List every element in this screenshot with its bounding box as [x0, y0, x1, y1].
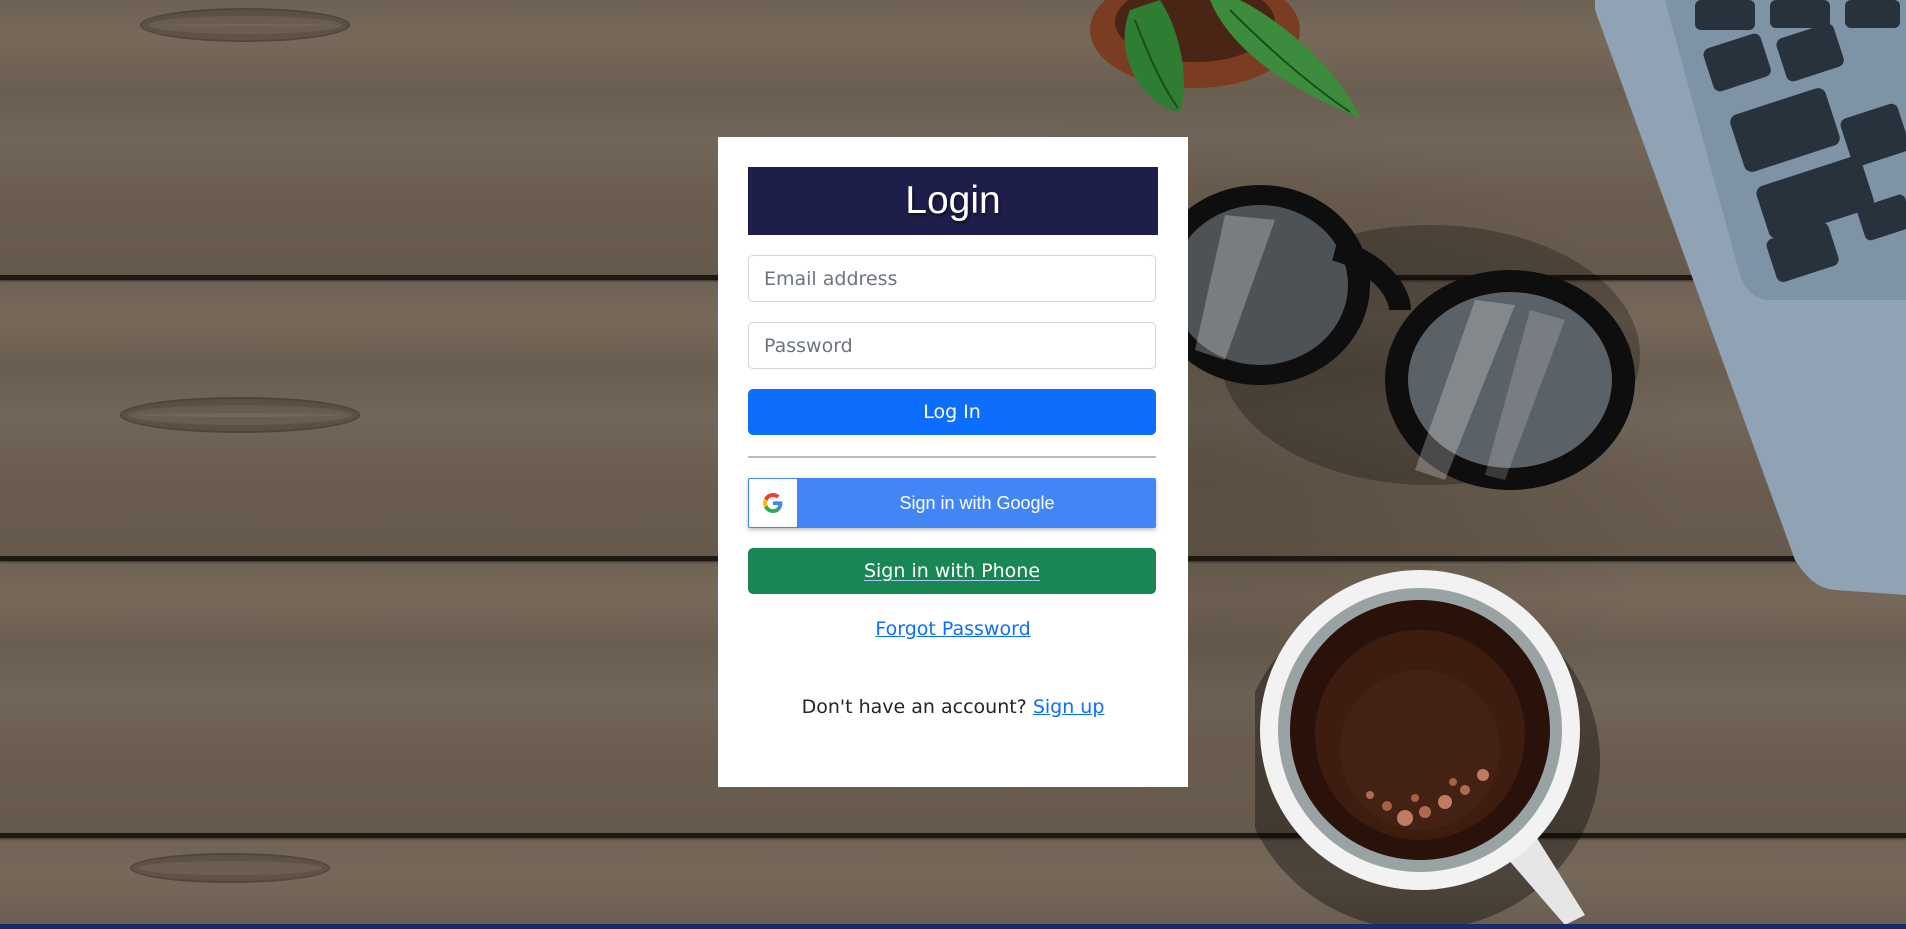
plant-decoration — [1090, 0, 1360, 118]
login-card: Login Log In Sign in with Google Sign in… — [718, 137, 1188, 787]
forgot-password-link[interactable]: Forgot Password — [748, 618, 1158, 640]
wood-knot — [140, 8, 350, 42]
signup-link[interactable]: Sign up — [1033, 696, 1105, 718]
plank-seam — [0, 833, 1906, 838]
email-input[interactable] — [748, 255, 1156, 302]
divider — [748, 456, 1156, 458]
login-title: Login — [748, 167, 1158, 235]
coffee-cup-decoration — [1255, 570, 1600, 929]
signup-prompt-text: Don't have an account? — [801, 696, 1027, 718]
glasses-decoration — [1185, 185, 1640, 490]
wood-knot — [130, 853, 330, 883]
phone-signin-button[interactable]: Sign in with Phone — [748, 548, 1156, 594]
bottom-strip — [0, 924, 1906, 929]
signup-prompt: Don't have an account? Sign up — [748, 696, 1158, 718]
google-signin-button[interactable]: Sign in with Google — [748, 478, 1156, 528]
password-input[interactable] — [748, 322, 1156, 369]
google-g-icon — [748, 478, 798, 528]
login-button[interactable]: Log In — [748, 389, 1156, 435]
google-signin-label: Sign in with Google — [899, 492, 1055, 513]
wood-knot — [120, 397, 360, 433]
